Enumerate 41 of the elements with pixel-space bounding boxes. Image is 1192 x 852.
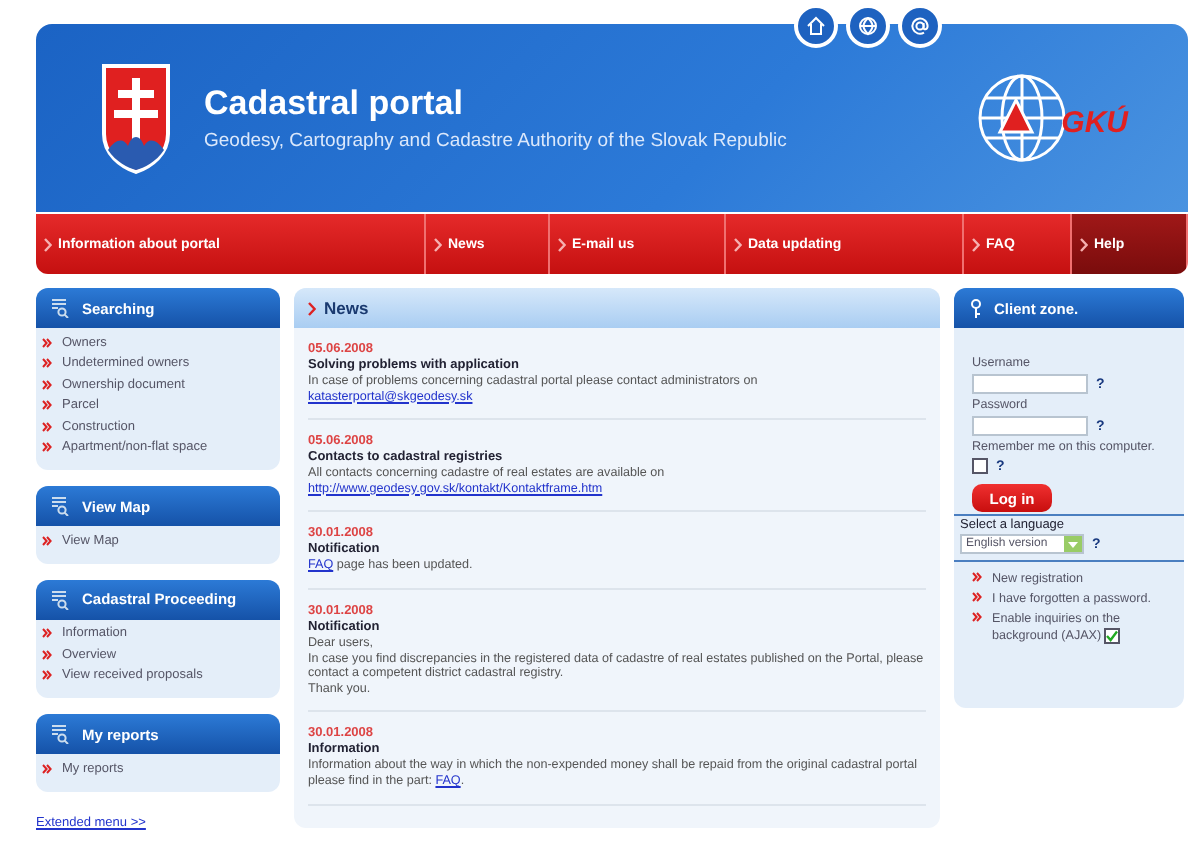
portal-subtitle: Geodesy, Cartography and Cadastre Authority of the Slovak Republic xyxy=(204,130,789,152)
double-chevron-icon xyxy=(42,337,52,348)
double-chevron-icon xyxy=(42,628,52,639)
chevron-icon xyxy=(44,237,52,251)
double-chevron-icon xyxy=(42,442,52,453)
double-chevron-icon xyxy=(42,421,52,432)
home-icon xyxy=(806,16,826,36)
chevron-icon xyxy=(558,237,566,251)
chevron-icon xyxy=(434,237,442,251)
portal-title: Cadastral portal xyxy=(204,84,465,124)
at-sign-button[interactable] xyxy=(898,4,942,48)
dropdown-arrow-icon xyxy=(1064,536,1082,552)
chevron-icon xyxy=(972,237,980,251)
double-chevron-icon xyxy=(972,572,982,582)
double-chevron-icon xyxy=(42,379,52,390)
coat-of-arms-icon xyxy=(100,62,172,174)
double-chevron-icon xyxy=(972,592,982,602)
at-sign-icon xyxy=(910,16,930,36)
search-list-icon xyxy=(52,496,70,516)
remember-checkbox[interactable] xyxy=(972,458,988,474)
double-chevron-icon xyxy=(42,535,52,546)
chevron-icon xyxy=(1080,237,1088,251)
ajax-checkbox[interactable] xyxy=(1104,628,1121,644)
key-icon xyxy=(970,297,982,319)
password-field[interactable] xyxy=(972,416,1088,436)
globe-icon xyxy=(858,16,878,36)
search-list-icon xyxy=(52,589,70,609)
chevron-icon xyxy=(734,237,742,251)
double-chevron-icon xyxy=(42,763,52,774)
double-chevron-icon xyxy=(42,400,52,411)
globe-button[interactable] xyxy=(846,4,890,48)
username-field[interactable] xyxy=(972,374,1088,394)
double-chevron-icon xyxy=(42,358,52,369)
home-button[interactable] xyxy=(794,4,838,48)
double-chevron-icon xyxy=(972,612,982,622)
news-title: News xyxy=(324,298,369,318)
search-list-icon xyxy=(52,298,70,318)
double-chevron-icon xyxy=(42,649,52,660)
search-list-icon xyxy=(52,724,70,744)
double-chevron-icon xyxy=(42,670,52,681)
chevron-icon xyxy=(308,301,316,315)
